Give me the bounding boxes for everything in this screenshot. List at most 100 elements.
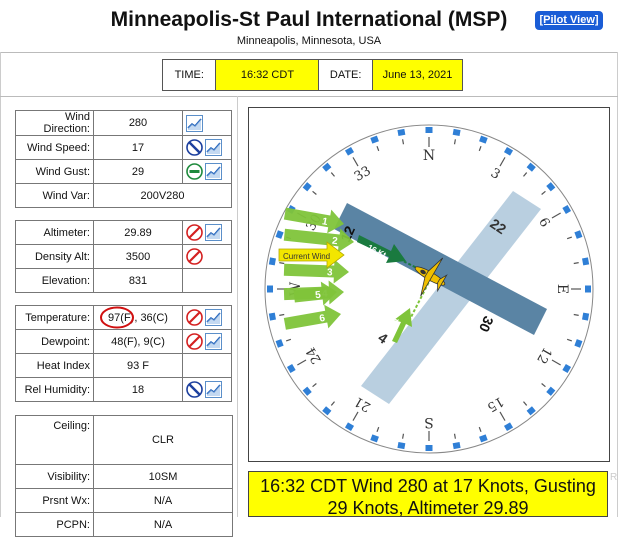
compass-tick (311, 396, 322, 407)
compass-tick (491, 140, 501, 150)
sky-table: Ceiling: CLR Visibility: 10SM Prsnt Wx: … (15, 415, 233, 537)
altimeter-label: Altimeter: (15, 220, 94, 245)
compass-degree-mark (453, 139, 456, 145)
table-row: Prsnt Wx: N/A (15, 488, 233, 513)
compass-tick (554, 375, 564, 385)
temperature-table: Temperature: 97(F), 36(C) Dewpoint: 48(F… (15, 305, 232, 402)
compass-tick (536, 171, 547, 182)
precipitation-label: PCPN: (15, 512, 94, 537)
no-unit-icon[interactable] (186, 309, 203, 326)
wind-var-label: Wind Var: (15, 183, 94, 208)
compass-tick (526, 162, 536, 172)
wind-arrow-number: 3 (327, 267, 333, 278)
table-row: Temperature: 97(F), 36(C) (15, 305, 232, 330)
compass-tick (280, 351, 290, 361)
no-unit-icon[interactable] (186, 333, 203, 350)
table-row: Wind Gust: 29 (15, 159, 232, 184)
unit-toggle-icon[interactable] (186, 139, 203, 156)
compass-tick (383, 438, 393, 447)
airport-title: Minneapolis-St Paul International (MSP) (110, 8, 508, 31)
table-row: Altimeter: 29.89 (15, 220, 232, 245)
compass-tick (503, 146, 514, 156)
compass-tick (268, 312, 276, 321)
minus-circle-icon[interactable] (186, 163, 203, 180)
compass-tick (584, 271, 591, 279)
edge-text: R (610, 472, 618, 483)
compass-tick (280, 217, 290, 227)
airport-location: Minneapolis, Minnesota, USA (236, 35, 382, 47)
compass-tick (465, 438, 475, 447)
compass-degree-mark (402, 433, 405, 439)
wind-table: Wind Direction: 280 Wind Speed: 17 Wind … (15, 110, 232, 208)
table-row: Wind Var: 200V280 (15, 183, 232, 208)
compass-tick (562, 363, 572, 374)
compass-tick (275, 230, 284, 239)
compass-tick (465, 131, 475, 140)
altimeter-value: 29.89 (93, 220, 183, 245)
ceiling-label: Ceiling: (15, 415, 94, 465)
chart-icon[interactable] (205, 139, 222, 156)
compass-degree-mark (279, 313, 285, 316)
compass-tick (294, 193, 304, 203)
compass-tick (452, 442, 461, 450)
compass-tick (554, 193, 564, 203)
table-row: Dewpoint: 48(F), 9(C) (15, 329, 232, 354)
compass-tick (268, 257, 276, 266)
compass-tick (574, 230, 583, 239)
density-alt-value: 3500 (93, 244, 183, 269)
heat-index-label: Heat Index (15, 353, 94, 378)
compass-tick (515, 154, 525, 164)
compass-tick (357, 428, 367, 438)
compass-tick (439, 127, 447, 134)
compass-tick (582, 257, 590, 266)
compass-tick (536, 396, 547, 407)
chart-icon[interactable] (205, 224, 222, 241)
highlight-circle (100, 306, 134, 329)
current-wind-label: Current Wind (283, 252, 330, 261)
chart-icon[interactable] (205, 309, 222, 326)
compass-tick (311, 171, 322, 182)
divider (0, 52, 618, 53)
compass-tick (503, 422, 514, 432)
dewpoint-label: Dewpoint: (15, 329, 94, 354)
compass-tick (439, 444, 447, 451)
pressure-table: Altimeter: 29.89 Density Alt: 3500 Eleva… (15, 220, 232, 293)
no-unit-icon[interactable] (186, 248, 203, 265)
no-unit-icon[interactable] (186, 224, 203, 241)
left-border (0, 52, 1, 517)
date-value: June 13, 2021 (372, 60, 462, 90)
compass-degree-mark (279, 262, 285, 265)
table-row: Density Alt: 3500 (15, 244, 232, 269)
compass-cardinal: S (424, 414, 434, 430)
wind-compass: NESW36121521243033 22 4 30 12 123456 Cur… (264, 124, 594, 454)
chart-icon[interactable] (186, 114, 203, 132)
table-row: Visibility: 10SM (15, 464, 233, 489)
wind-compass-panel: NESW36121521243033 22 4 30 12 123456 Cur… (248, 107, 610, 462)
compass-tick (578, 325, 587, 335)
wind-gust-label: Wind Gust: (15, 159, 94, 184)
compass-tick (344, 422, 355, 432)
compass-tick (302, 386, 312, 396)
chart-icon[interactable] (205, 163, 222, 180)
compass-degree-mark (573, 313, 579, 316)
compass-cardinal: E (554, 284, 570, 294)
compass-tick (584, 299, 591, 307)
compass-tick (322, 162, 332, 172)
chart-icon[interactable] (205, 333, 222, 350)
table-row: PCPN: N/A (15, 512, 233, 537)
elevation-label: Elevation: (15, 268, 94, 293)
wind-var-value: 200V280 (93, 183, 232, 208)
present-weather-value: N/A (93, 488, 233, 513)
temperature-label: Temperature: (15, 305, 94, 330)
date-label: DATE: (319, 60, 373, 90)
compass-tick (479, 135, 488, 144)
unit-toggle-icon[interactable] (186, 381, 203, 398)
chart-icon[interactable] (205, 381, 222, 398)
table-row: Rel Humidity: 18 (15, 377, 232, 402)
compass-tick (370, 434, 379, 443)
compass-tick (397, 128, 406, 136)
table-row: Wind Direction: 280 (15, 110, 232, 136)
table-row: Wind Speed: 17 (15, 135, 232, 160)
pilot-view-button[interactable]: [Pilot View] (535, 11, 603, 30)
compass-tick (357, 140, 367, 150)
